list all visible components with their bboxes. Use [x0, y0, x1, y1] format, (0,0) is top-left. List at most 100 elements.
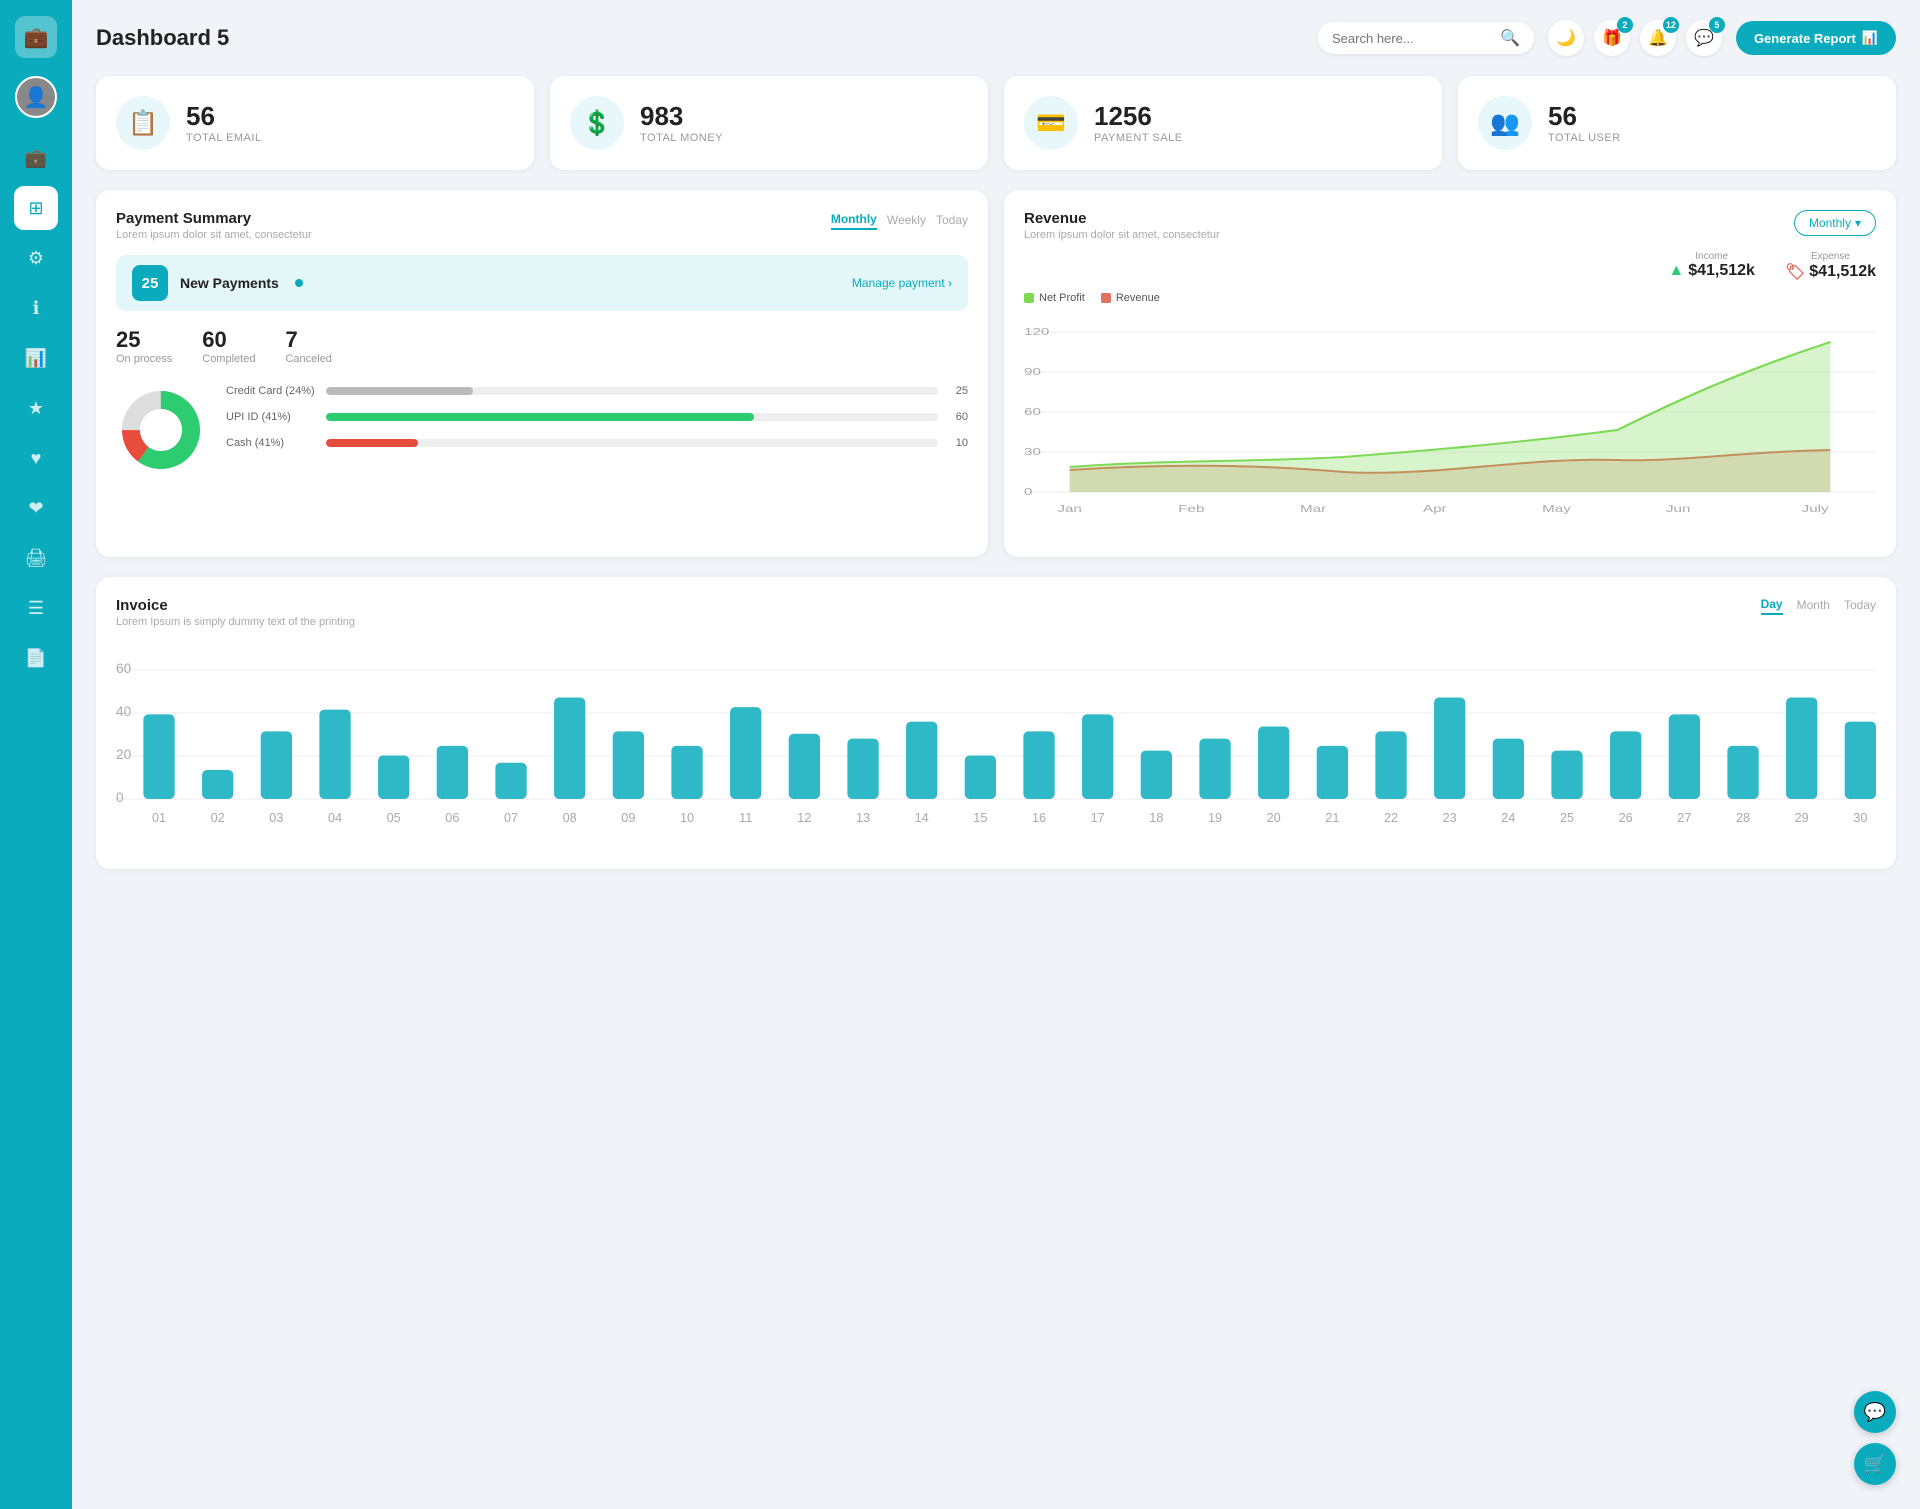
bar-chart-bar [671, 746, 702, 799]
bar-chart-label: 22 [1384, 810, 1398, 825]
bar-chart-label: 01 [152, 810, 166, 825]
invoice-subtitle: Lorem Ipsum is simply dummy text of the … [116, 616, 355, 628]
payment-icon: 💳 [1024, 96, 1078, 150]
bar-chart-bar [1551, 751, 1582, 799]
bar-chart-bar [1669, 714, 1700, 799]
dashboard-icon[interactable]: ⊞ [14, 186, 58, 230]
bar-chart-label: 15 [973, 810, 987, 825]
bar-chart-bar [1199, 739, 1230, 799]
bar-chart-label: 03 [269, 810, 283, 825]
bar-chart-bar [1727, 746, 1758, 799]
bar-chart-bar [261, 731, 292, 799]
payment-tab-monthly[interactable]: Monthly [831, 210, 877, 230]
manage-payment-link[interactable]: Manage payment › [852, 276, 952, 290]
stat-card-payment: 💳 1256 PAYMENT SALE [1004, 76, 1442, 170]
bar-chart-bar [1434, 698, 1465, 800]
progress-item: Cash (41%) 10 [226, 437, 968, 449]
stat-card-user: 👥 56 TOTAL USER [1458, 76, 1896, 170]
main-content: Dashboard 5 🔍 🌙 🎁2 🔔12 💬5 Generate Report 📊… [72, 0, 1920, 1509]
svg-text:20: 20 [116, 746, 132, 762]
panels-row: Payment Summary Lorem ipsum dolor sit am… [96, 190, 1896, 557]
svg-text:Jun: Jun [1666, 503, 1691, 515]
bar-chart-bar [1845, 722, 1876, 799]
search-input[interactable] [1332, 31, 1492, 46]
cart-float-button[interactable]: 🛒 [1854, 1443, 1896, 1485]
generate-report-button[interactable]: Generate Report 📊 [1736, 21, 1896, 55]
invoice-tab-day[interactable]: Day [1761, 597, 1783, 615]
svg-text:July: July [1802, 503, 1830, 515]
chat-icon[interactable]: 💬5 [1686, 20, 1722, 56]
progress-item: UPI ID (41%) 60 [226, 411, 968, 423]
bar-chart-bar [319, 710, 350, 799]
bar-chart-label: 21 [1325, 810, 1339, 825]
bar-chart-label: 30 [1853, 810, 1867, 825]
bar-chart-bar [730, 707, 761, 799]
bar-chart-label: 19 [1208, 810, 1222, 825]
new-payments-row: 25 New Payments Manage payment › [116, 255, 968, 311]
chart-icon[interactable]: 📊 [14, 336, 58, 380]
heart-icon[interactable]: ♥ [14, 436, 58, 480]
invoice-bar-chart: 0 20 40 60 01020304050607080910111213141… [116, 644, 1876, 844]
revenue-subtitle: Lorem ipsum dolor sit amet, consectetur [1024, 229, 1220, 241]
bar-chart-label: 27 [1677, 810, 1691, 825]
doc-icon[interactable]: 📄 [14, 636, 58, 680]
svg-text:0: 0 [116, 789, 124, 805]
gift-icon[interactable]: 🎁2 [1594, 20, 1630, 56]
print-icon[interactable]: 🖨 [14, 536, 58, 580]
user-number: 56 [1548, 102, 1621, 131]
bar-chart-bar [202, 770, 233, 799]
bar-chart-label: 06 [445, 810, 459, 825]
avatar[interactable]: 👤 [15, 76, 57, 118]
bar-chart-label: 11 [739, 810, 752, 825]
star-icon[interactable]: ★ [14, 386, 58, 430]
revenue-panel: Revenue Lorem ipsum dolor sit amet, cons… [1004, 190, 1896, 557]
bar-chart-label: 08 [563, 810, 577, 825]
svg-text:0: 0 [1024, 486, 1032, 498]
legend-net-profit: Net Profit [1024, 292, 1085, 304]
invoice-header: Invoice Lorem Ipsum is simply dummy text… [116, 597, 1876, 628]
bar-chart-label: 09 [621, 810, 635, 825]
generate-label: Generate Report [1754, 31, 1856, 46]
float-buttons: 💬 🛒 [1854, 1391, 1896, 1485]
pstat-completed: 60 Completed [202, 327, 255, 365]
bar-chart-bar [378, 756, 409, 800]
bar-chart-bar [613, 731, 644, 799]
payment-stats: 25 On process 60 Completed 7 Canceled [116, 327, 968, 365]
bell-icon[interactable]: 🔔12 [1640, 20, 1676, 56]
revenue-legend: Net Profit Revenue [1024, 292, 1876, 304]
bar-chart-icon: 📊 [1862, 30, 1878, 46]
page-title: Dashboard 5 [96, 25, 229, 51]
heart2-icon[interactable]: ❤ [14, 486, 58, 530]
payment-label: PAYMENT SALE [1094, 132, 1183, 144]
wallet-icon[interactable]: 💼 [14, 136, 58, 180]
payment-tab-weekly[interactable]: Weekly [887, 211, 926, 229]
bar-chart-bar [847, 739, 878, 799]
payment-tab-today[interactable]: Today [936, 211, 968, 229]
app-logo[interactable]: 💼 [15, 16, 57, 58]
user-icon: 👥 [1478, 96, 1532, 150]
svg-text:60: 60 [116, 660, 132, 676]
expense-value: $41,512k [1809, 263, 1876, 281]
new-payments-dot [295, 279, 303, 287]
bar-chart-label: 28 [1736, 810, 1750, 825]
bar-chart-label: 20 [1267, 810, 1281, 825]
support-float-button[interactable]: 💬 [1854, 1391, 1896, 1433]
revenue-dropdown[interactable]: Monthly ▾ [1794, 210, 1876, 236]
new-payments-badge: 25 [132, 265, 168, 301]
svg-text:30: 30 [1024, 446, 1041, 458]
money-number: 983 [640, 102, 723, 131]
bar-chart-label: 05 [387, 810, 401, 825]
list-icon[interactable]: ☰ [14, 586, 58, 630]
bar-chart-label: 25 [1560, 810, 1574, 825]
payment-tab-group: Monthly Weekly Today [831, 210, 968, 230]
invoice-tab-today[interactable]: Today [1844, 597, 1876, 615]
bar-chart-label: 23 [1443, 810, 1457, 825]
info-icon[interactable]: ℹ [14, 286, 58, 330]
money-label: TOTAL MONEY [640, 132, 723, 144]
pstat-canceled: 7 Canceled [285, 327, 331, 365]
invoice-tab-month[interactable]: Month [1797, 597, 1830, 615]
settings-icon[interactable]: ⚙ [14, 236, 58, 280]
bar-chart-label: 26 [1619, 810, 1633, 825]
search-icon[interactable]: 🔍 [1500, 28, 1520, 48]
moon-icon[interactable]: 🌙 [1548, 20, 1584, 56]
